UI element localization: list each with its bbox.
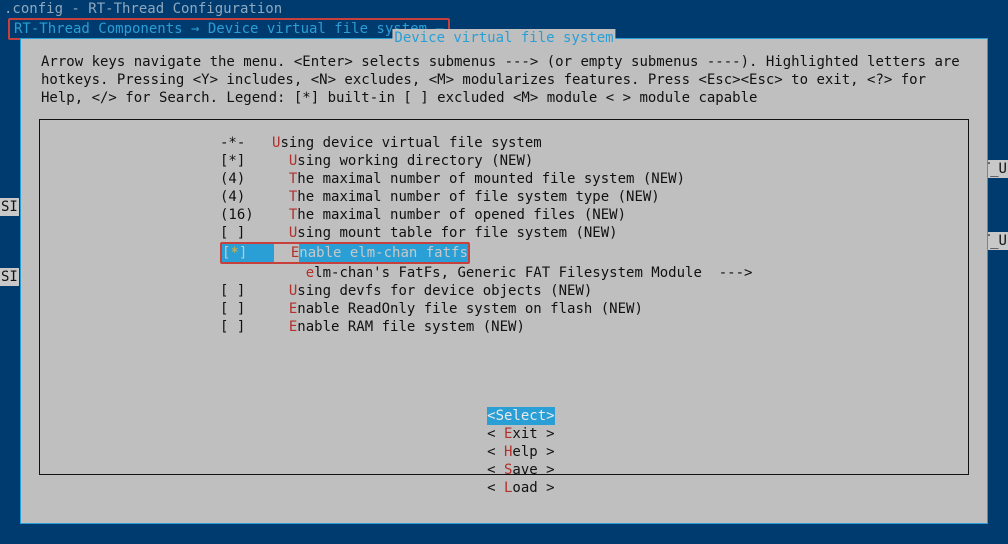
menu-item[interactable]: (4) The maximal number of mounted file s… bbox=[40, 170, 968, 188]
menu-item-highlight-box: [*] Enable elm-chan fatfs bbox=[220, 242, 470, 264]
menu-item-hotkey: E bbox=[289, 318, 297, 336]
menu-item-bracket: [*] bbox=[220, 152, 272, 170]
menu-item[interactable]: [ ] Using mount table for file system (N… bbox=[40, 224, 968, 242]
menu-item-hotkey: U bbox=[289, 224, 297, 242]
menu-item-bracket: (16) bbox=[220, 206, 272, 224]
menu-item-bracket: [ ] bbox=[220, 318, 272, 336]
menu-item-hotkey: T bbox=[289, 170, 297, 188]
menu-item-bracket bbox=[220, 264, 272, 282]
menu-item-label: sing working directory (NEW) bbox=[297, 152, 533, 170]
menu-item-bracket: [ ] bbox=[220, 300, 272, 318]
menu-item-label: nable elm-chan fatfs bbox=[299, 244, 468, 262]
exit-button[interactable]: < Exit > bbox=[487, 425, 554, 443]
select-button[interactable]: <Select> bbox=[487, 407, 554, 425]
menu-item-hotkey: E bbox=[289, 300, 297, 318]
menu-item-bracket: [*] bbox=[222, 244, 274, 262]
button-bar: <Select> < Exit > < Help > < Save > < Lo… bbox=[21, 389, 987, 515]
load-button[interactable]: < Load > bbox=[487, 479, 554, 497]
menu-list[interactable]: -*- Using device virtual file system[*] … bbox=[40, 134, 968, 336]
help-text: Arrow keys navigate the menu. <Enter> se… bbox=[21, 39, 987, 109]
menu-item-label: he maximal number of file system type (N… bbox=[297, 188, 659, 206]
menu-item[interactable]: -*- Using device virtual file system bbox=[40, 134, 968, 152]
menu-item[interactable]: (4) The maximal number of file system ty… bbox=[40, 188, 968, 206]
menu-item-hotkey: T bbox=[289, 188, 297, 206]
menu-item-label: he maximal number of mounted file system… bbox=[297, 170, 685, 188]
dialog-title: Device virtual file system bbox=[392, 29, 615, 47]
menu-item-bracket: [ ] bbox=[220, 282, 272, 300]
menu-item-label: sing device virtual file system bbox=[280, 134, 541, 152]
window-title: .config - RT-Thread Configuration bbox=[4, 1, 282, 17]
menu-item-hotkey: e bbox=[306, 264, 314, 282]
menu-item-selected[interactable]: [*] Enable elm-chan fatfs bbox=[40, 242, 968, 264]
menu-item[interactable]: (16) The maximal number of opened files … bbox=[40, 206, 968, 224]
menu-item[interactable]: [*] Using working directory (NEW) bbox=[40, 152, 968, 170]
bg-label: SI bbox=[0, 268, 19, 286]
menu-item-label: lm-chan's FatFs, Generic FAT Filesystem … bbox=[314, 264, 752, 282]
menu-item-bracket: (4) bbox=[220, 170, 272, 188]
save-button[interactable]: < Save > bbox=[487, 461, 554, 479]
menu-item-bracket: -*- bbox=[220, 134, 272, 152]
help-button[interactable]: < Help > bbox=[487, 443, 554, 461]
bg-label: SI bbox=[0, 198, 19, 216]
breadcrumb-highlight-box: RT-Thread Components → Device virtual fi… bbox=[8, 18, 450, 40]
menu-item-label: sing mount table for file system (NEW) bbox=[297, 224, 617, 242]
menu-item[interactable]: elm-chan's FatFs, Generic FAT Filesystem… bbox=[40, 264, 968, 282]
menu-item-label: sing devfs for device objects (NEW) bbox=[297, 282, 592, 300]
menu-item[interactable]: [ ] Enable RAM file system (NEW) bbox=[40, 318, 968, 336]
menu-item-label: nable ReadOnly file system on flash (NEW… bbox=[297, 300, 643, 318]
menu-item-label: nable RAM file system (NEW) bbox=[297, 318, 525, 336]
menu-item-hotkey: E bbox=[291, 244, 299, 262]
menu-item[interactable]: [ ] Enable ReadOnly file system on flash… bbox=[40, 300, 968, 318]
menu-item-label: he maximal number of opened files (NEW) bbox=[297, 206, 626, 224]
menu-item-hotkey: U bbox=[289, 152, 297, 170]
breadcrumb: RT-Thread Components → Device virtual fi… bbox=[14, 21, 444, 37]
menu-item[interactable]: [ ] Using devfs for device objects (NEW) bbox=[40, 282, 968, 300]
menu-item-bracket: [ ] bbox=[220, 224, 272, 242]
menu-item-hotkey: T bbox=[289, 206, 297, 224]
menu-item-bracket: (4) bbox=[220, 188, 272, 206]
menu-item-hotkey: U bbox=[289, 282, 297, 300]
menu-item-hotkey: U bbox=[272, 134, 280, 152]
dialog: Device virtual file system Arrow keys na… bbox=[20, 38, 988, 524]
